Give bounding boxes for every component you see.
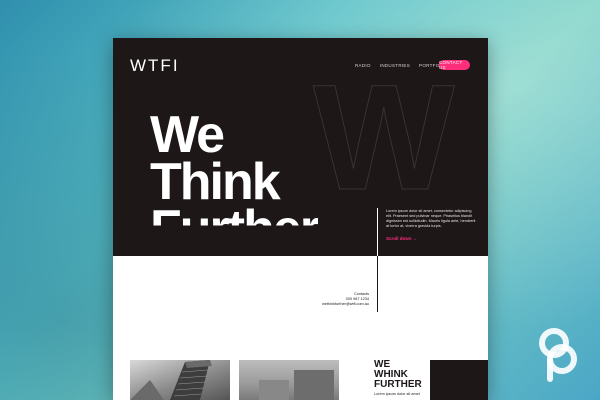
headline-line-1: We: [150, 106, 225, 164]
website-mockup: W WTFI RADIO INDUSTRIES PORTFOLIO CONTAC…: [113, 38, 488, 400]
headline-line-2: Think: [150, 153, 281, 211]
headline-line-3: Further: [150, 200, 320, 258]
building-image: [259, 370, 334, 400]
skyscraper-image: [130, 360, 212, 400]
building-photo-2[interactable]: [239, 360, 339, 400]
main-nav: RADIO INDUSTRIES PORTFOLIO: [355, 63, 448, 68]
contacts-block: Contacts 000 987 1234 wethinkfurther@wtf…: [293, 292, 369, 307]
hero-outline-letters: W: [313, 53, 456, 221]
promo-line-3: FURTHER: [374, 379, 422, 390]
promo-dark-block: [430, 360, 488, 400]
promo-heading: WE WHINK FURTHER: [374, 360, 434, 390]
cp-logo-icon: [539, 328, 577, 382]
nav-item-industries[interactable]: INDUSTRIES: [380, 63, 410, 68]
contact-us-button[interactable]: CONTACT US: [439, 60, 470, 70]
contacts-email[interactable]: wethinkfurther@wtfi.com.au: [293, 302, 369, 307]
promo-text: Lorem ipsum dolor sit amet: [374, 392, 420, 396]
hero-headline: We Think Further: [150, 106, 320, 258]
scroll-down-link[interactable]: Scroll down →: [386, 236, 417, 241]
intro-paragraph: Lorem ipsum dolor sit amet, consectetur …: [386, 209, 476, 228]
vertical-divider-lower: [377, 256, 378, 312]
building-photo-1[interactable]: [130, 360, 230, 400]
site-logo[interactable]: WTFI: [130, 56, 180, 76]
nav-item-radio[interactable]: RADIO: [355, 63, 371, 68]
